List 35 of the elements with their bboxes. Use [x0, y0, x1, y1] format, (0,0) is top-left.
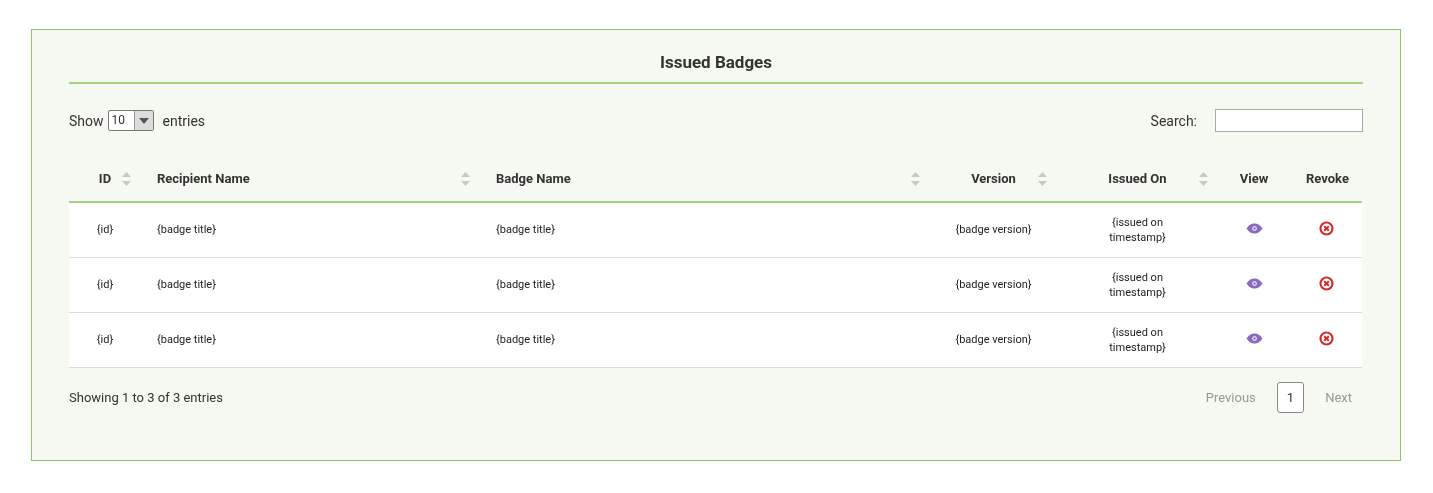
revoke-icon[interactable]	[1318, 330, 1334, 346]
table-cell: {id}	[96, 223, 114, 237]
revoke-icon[interactable]	[1318, 220, 1334, 236]
show-label: Show	[69, 112, 104, 129]
table-cell-text: {issued on timestamp}	[1108, 214, 1167, 245]
sort-icon	[1038, 172, 1047, 186]
table-cell: {badge title}	[157, 278, 216, 291]
table-info: Showing 1 to 3 of 3 entries	[69, 389, 223, 405]
table-cell: {badge title}	[157, 223, 216, 237]
entries-select[interactable]: 10	[107, 110, 154, 131]
sort-icon	[1199, 172, 1208, 186]
eye-icon[interactable]	[1245, 332, 1263, 344]
entries-label: entries	[162, 112, 206, 129]
eye-icon[interactable]	[1245, 277, 1263, 289]
table-cell: {badge title}	[496, 333, 555, 346]
table-cell-text: {issued on timestamp}	[1108, 324, 1167, 355]
pagination-button[interactable]: 1	[1276, 381, 1305, 413]
table-cell: {id}	[96, 333, 114, 346]
table-cell: {badge title}	[157, 333, 216, 346]
sort-icon	[461, 172, 470, 186]
table-cell: {badge title}	[496, 278, 555, 291]
table-cell: {badge title}	[496, 223, 555, 237]
revoke-icon[interactable]	[1318, 275, 1334, 291]
table-cell-text: {issued on timestamp}	[1108, 269, 1167, 300]
table-cell: {badge version}	[955, 278, 1032, 291]
panel-title: Issued Badges	[69, 30, 1363, 84]
caret-icon	[138, 117, 149, 124]
table-cell: {badge version}	[955, 223, 1032, 237]
sort-icon	[122, 172, 131, 186]
search-field[interactable]	[1215, 109, 1363, 132]
table-cell: {id}	[96, 278, 114, 291]
search-label: Search:	[1150, 112, 1197, 129]
eye-icon[interactable]	[1245, 222, 1263, 234]
sort-icon	[911, 172, 920, 186]
table-cell: {badge version}	[955, 333, 1032, 346]
